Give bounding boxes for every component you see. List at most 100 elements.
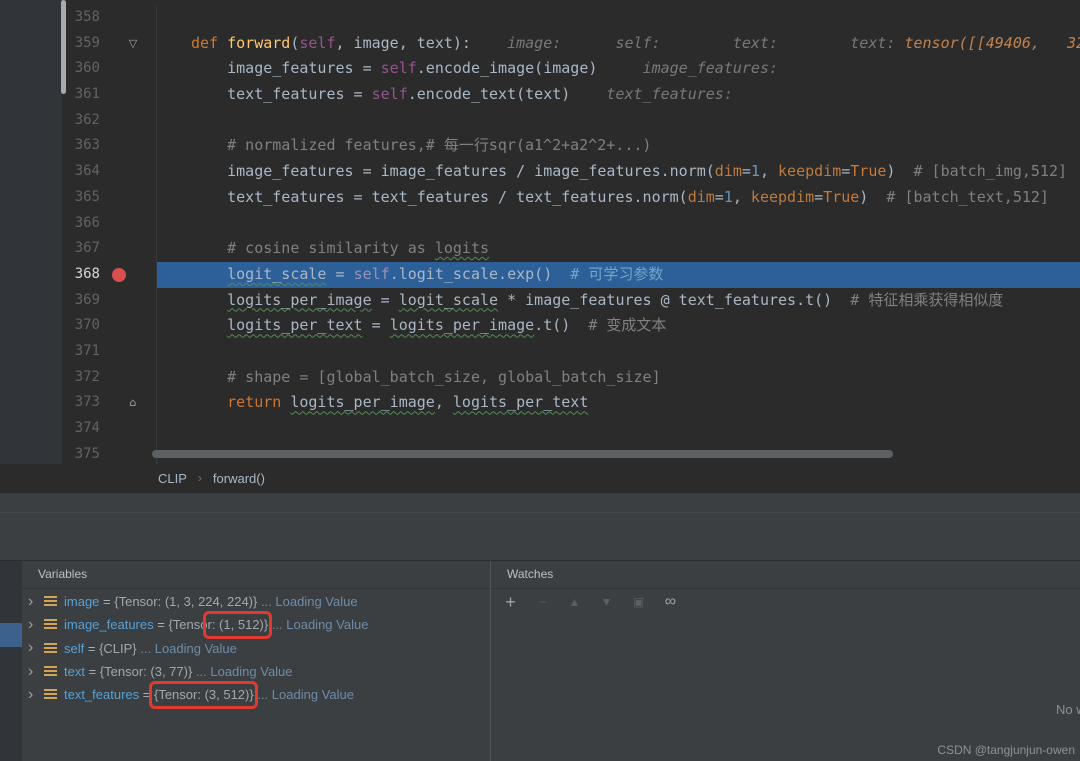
code-line[interactable]: 360 image_features = self.encode_image(i…	[0, 56, 1080, 83]
code-segment: self	[380, 59, 417, 78]
line-number[interactable]: 374	[0, 416, 110, 442]
move-down-button[interactable]: ▼	[595, 595, 618, 609]
code-segment: logit_scale	[227, 264, 327, 283]
horizontal-scrollbar-thumb[interactable]	[152, 450, 893, 458]
fold-marker-icon[interactable]: ⌂	[110, 390, 156, 416]
code-text: logits_per_text = logits_per_image.t() #…	[156, 313, 1080, 339]
watches-header: Watches	[507, 567, 554, 581]
code-line[interactable]: 361 text_features = self.encode_text(tex…	[0, 82, 1080, 108]
variable-icon	[44, 689, 57, 701]
code-line[interactable]: 365 text_features = text_features / text…	[0, 184, 1080, 211]
line-number[interactable]: 360	[0, 56, 110, 82]
expand-chevron-icon[interactable]: ›	[28, 593, 44, 610]
line-number[interactable]: 359	[0, 31, 110, 57]
variable-row[interactable]: › image_features = {Tenso r: (1, 512)} ...…	[22, 611, 490, 640]
code-line[interactable]: 368 logit_scale = self.logit_scale.exp()…	[0, 261, 1080, 288]
breadcrumb-class[interactable]: CLIP	[158, 471, 187, 486]
code-segment: ,	[434, 393, 453, 412]
line-number[interactable]: 362	[0, 108, 110, 134]
remove-watch-button[interactable]: −	[531, 595, 554, 609]
variable-name: text_features	[64, 687, 140, 703]
equals-sign: =	[84, 664, 100, 680]
variables-panel: Variables › image = {Tensor: (1, 3, 224, …	[22, 561, 490, 761]
code-line[interactable]: 358	[0, 5, 1080, 31]
fold-gutter	[110, 211, 156, 237]
editor-left-scrollbar-thumb[interactable]	[61, 0, 66, 94]
variable-row[interactable]: › text_features = {Tensor: (3, 512)} ... …	[22, 681, 490, 710]
code-text	[156, 107, 1080, 134]
code-line[interactable]: 363 # normalized features,# 每一行sqr(a1^2+…	[0, 133, 1080, 160]
code-text: logits_per_image = logit_scale * image_f…	[156, 287, 1080, 314]
fold-gutter	[110, 236, 156, 262]
expand-chevron-icon[interactable]: ›	[28, 686, 44, 703]
expand-chevron-icon[interactable]: ›	[28, 616, 44, 633]
code-line[interactable]: 374	[0, 416, 1080, 442]
code-segment: .t()	[534, 316, 589, 335]
code-segment: # cosine similarity as	[191, 239, 435, 258]
code-segment: # 变成文本	[588, 316, 667, 335]
line-number[interactable]: 365	[0, 185, 110, 211]
code-line[interactable]: 362	[0, 107, 1080, 134]
line-number[interactable]: 371	[0, 339, 110, 365]
line-number[interactable]: 361	[0, 82, 110, 108]
variables-header: Variables	[38, 567, 88, 581]
fold-gutter	[110, 5, 156, 31]
line-number[interactable]: 366	[0, 211, 110, 237]
variable-value: {Tenso	[168, 617, 208, 633]
code-line[interactable]: 369 logits_per_image = logit_scale * ima…	[0, 287, 1080, 314]
no-watches-label: No watches	[1056, 702, 1080, 717]
line-number[interactable]: 363	[0, 133, 110, 159]
code-segment: logits_per_text	[452, 393, 589, 412]
variable-row[interactable]: › self = {CLIP} ... Loading Value	[22, 637, 490, 660]
variable-row[interactable]: › image = {Tensor: (1, 3, 224, 224)} ... …	[22, 590, 490, 613]
variable-icon	[44, 619, 57, 631]
expand-chevron-icon[interactable]: ›	[28, 640, 44, 656]
line-number[interactable]: 375	[0, 442, 110, 464]
variable-row[interactable]: › text = {Tensor: (3, 77)} ... Loading Va…	[22, 660, 490, 683]
code-text	[156, 338, 1080, 365]
watches-panel: Watches +−▲ ▼ ▣ ∞ No watches	[490, 561, 1080, 761]
add-watch-button[interactable]: +	[499, 592, 522, 613]
fold-gutter	[110, 56, 156, 82]
watermark: CSDN @tangjunjun-owen	[937, 743, 1075, 757]
line-number[interactable]: 372	[0, 365, 110, 391]
line-number[interactable]: 364	[0, 159, 110, 185]
duplicate-watch-button[interactable]: ▣	[627, 595, 650, 609]
code-line[interactable]: 370 logits_per_text = logits_per_image.t…	[0, 313, 1080, 339]
code-line[interactable]: 367 # cosine similarity as logits	[0, 236, 1080, 262]
fold-marker-icon[interactable]: ▽	[110, 31, 156, 57]
breakpoint-icon[interactable]	[112, 267, 126, 282]
line-number[interactable]: 367	[0, 236, 110, 262]
code-line[interactable]: 366	[0, 210, 1080, 237]
code-line[interactable]: 372 # shape = [global_batch_size, global…	[0, 364, 1080, 391]
code-line[interactable]: 364 image_features = image_features / im…	[0, 159, 1080, 185]
variable-name: image_features	[64, 617, 154, 633]
code-text: return logits_per_image, logits_per_text	[156, 390, 1080, 416]
line-number[interactable]: 369	[0, 288, 110, 314]
code-text	[156, 5, 1080, 31]
line-number[interactable]: 370	[0, 313, 110, 339]
fold-gutter	[110, 133, 156, 159]
equals-sign: =	[139, 687, 154, 703]
annotation-red-box: {Tensor: (3, 512)}	[148, 681, 258, 710]
line-number[interactable]: 358	[0, 5, 110, 31]
watches-toolbar: + − ▲ ▼ ▣ ∞	[491, 592, 1080, 613]
fold-gutter	[110, 185, 156, 211]
stripe-selected-indicator[interactable]	[0, 623, 22, 647]
code-line[interactable]: 359 ▽ def forward(self, image, text): imag…	[0, 30, 1080, 57]
code-editor: 358 359 ▽ def forward(self, image, text): i…	[0, 0, 1080, 464]
code-line[interactable]: 371	[0, 338, 1080, 365]
line-number[interactable]: 373	[0, 390, 110, 416]
expand-chevron-icon[interactable]: ›	[28, 663, 44, 680]
fold-gutter	[110, 416, 156, 442]
move-up-button[interactable]: ▲	[563, 595, 586, 609]
breadcrumb-method[interactable]: forward()	[213, 471, 265, 486]
code-segment: 1	[723, 187, 733, 206]
fold-gutter	[110, 82, 156, 108]
show-watches-button[interactable]: ∞	[659, 593, 682, 611]
code-line[interactable]: 373 ⌂ return logits_per_image, logits_per…	[0, 390, 1080, 416]
code-lines: 358 359 ▽ def forward(self, image, text): i…	[0, 5, 1080, 464]
code-segment: 1	[750, 162, 760, 181]
debug-panel: Variables › image = {Tensor: (1, 3, 224, …	[0, 560, 1080, 761]
line-number[interactable]: 368	[0, 262, 110, 288]
